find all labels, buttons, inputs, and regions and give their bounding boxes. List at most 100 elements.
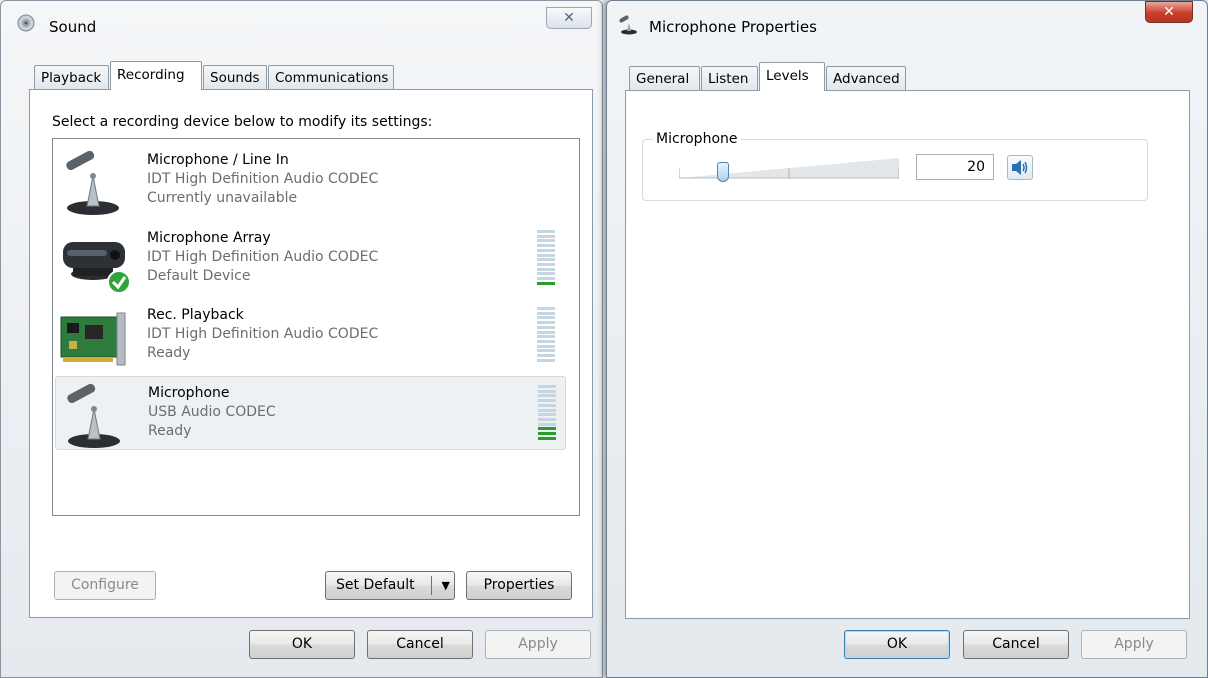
device-list[interactable]: Microphone / Line In IDT High Definition… [52, 138, 580, 516]
tab-listen[interactable]: Listen [701, 66, 758, 91]
list-item[interactable]: Microphone Array IDT High Definition Aud… [55, 222, 566, 296]
level-meter-bar [537, 321, 555, 325]
level-meter-bar [537, 311, 555, 315]
tab-communications[interactable]: Communications [268, 65, 394, 90]
level-meter-bar [538, 436, 556, 440]
level-meter-bar [537, 272, 555, 276]
tab-label: Sounds [210, 70, 260, 86]
slider-thumb[interactable] [717, 162, 729, 182]
tab-label: Recording [117, 67, 185, 83]
level-meter-bar [537, 244, 555, 248]
tab-general[interactable]: General [629, 66, 700, 91]
level-meter-bar [537, 281, 555, 285]
tab-recording[interactable]: Recording [110, 61, 202, 90]
device-codec: IDT High Definition Audio CODEC [147, 249, 379, 265]
level-meter-bar [538, 403, 556, 407]
level-meter-bar [538, 417, 556, 421]
recording-panel: Select a recording device below to modif… [29, 89, 593, 618]
mic-titlebar[interactable]: Microphone Properties ✕ [607, 1, 1207, 43]
speaker-volume-icon [1012, 160, 1028, 175]
device-status: Ready [147, 345, 191, 361]
level-meter-bar [537, 349, 555, 353]
level-meter-bar [538, 385, 556, 388]
level-meter-bar [537, 325, 555, 329]
level-meter-bar [538, 389, 556, 393]
device-name: Microphone Array [147, 230, 271, 246]
properties-button[interactable]: Properties [466, 571, 572, 600]
device-codec: IDT High Definition Audio CODEC [147, 326, 379, 342]
device-status: Currently unavailable [147, 190, 298, 206]
cancel-button[interactable]: Cancel [367, 630, 473, 659]
level-meter-bar [537, 253, 555, 257]
ok-button[interactable]: OK [844, 630, 950, 659]
close-button[interactable]: ✕ [1145, 1, 1193, 23]
level-meter [537, 307, 555, 363]
level-meter-bar [538, 432, 556, 435]
level-meter [538, 385, 556, 441]
level-meter-bar [537, 358, 555, 362]
split-divider [431, 576, 432, 595]
tab-label: Playback [41, 70, 102, 86]
level-meter-bar [537, 330, 555, 334]
window-title: Sound [49, 18, 97, 36]
level-meter-bar [537, 258, 555, 262]
configure-button[interactable]: Configure [54, 571, 156, 600]
microphone-level-group: Microphone 20 [642, 131, 1148, 201]
device-status: Ready [148, 423, 192, 439]
level-meter-bar [537, 335, 555, 339]
level-meter-bar [538, 413, 556, 417]
level-meter-bar [537, 316, 555, 320]
level-meter-bar [537, 248, 555, 252]
list-item[interactable]: Microphone / Line In IDT High Definition… [55, 144, 566, 218]
mute-toggle-button[interactable] [1007, 155, 1033, 180]
level-meter-bar [538, 394, 556, 398]
levels-panel: Microphone 20 [625, 90, 1190, 619]
level-meter-bar [537, 230, 555, 233]
level-meter-bar [537, 307, 555, 310]
level-meter-bar [538, 427, 556, 431]
tab-sounds[interactable]: Sounds [203, 65, 267, 90]
tab-label: Levels [766, 68, 809, 84]
ok-button[interactable]: OK [249, 630, 355, 659]
list-item[interactable]: Rec. Playback IDT High Definition Audio … [55, 299, 566, 373]
device-codec: USB Audio CODEC [148, 404, 276, 420]
apply-button[interactable]: Apply [485, 630, 591, 659]
device-name: Microphone / Line In [147, 152, 289, 168]
apply-button[interactable]: Apply [1081, 630, 1187, 659]
level-meter-bar [538, 422, 556, 426]
set-default-label: Set Default [336, 577, 415, 593]
sound-titlebar[interactable]: Sound ✕ [1, 1, 602, 43]
sound-card-icon [60, 312, 126, 366]
device-status: Default Device [147, 268, 251, 284]
slider-track [678, 158, 900, 179]
microphone-icon [67, 383, 120, 448]
close-icon: ✕ [1163, 4, 1175, 20]
tab-levels[interactable]: Levels [759, 62, 825, 91]
level-meter-bar [537, 277, 555, 280]
close-button[interactable]: ✕ [546, 7, 592, 29]
microphone-icon [66, 150, 119, 215]
tab-label: Listen [708, 71, 749, 87]
level-meter-bar [538, 399, 556, 403]
device-name: Rec. Playback [147, 307, 244, 323]
level-meter-bar [537, 354, 555, 357]
group-label: Microphone [653, 131, 741, 147]
sound-window: Sound ✕ Playback Recording Sounds Commun… [0, 0, 603, 678]
webcam-microphone-icon [63, 242, 131, 294]
microphone-level-slider[interactable] [678, 154, 900, 184]
level-value-input[interactable]: 20 [916, 154, 994, 180]
level-meter-bar [537, 339, 555, 343]
device-name: Microphone [148, 385, 230, 401]
tab-label: Advanced [833, 71, 900, 87]
dropdown-arrow-icon[interactable]: ▼ [442, 572, 450, 599]
window-title: Microphone Properties [649, 18, 817, 36]
tab-playback[interactable]: Playback [34, 65, 109, 90]
level-meter-bar [537, 267, 555, 271]
tab-advanced[interactable]: Advanced [826, 66, 906, 91]
level-meter [537, 230, 555, 286]
set-default-button[interactable]: Set Default ▼ [325, 571, 455, 600]
tab-label: General [636, 71, 690, 87]
level-meter-bar [537, 234, 555, 238]
cancel-button[interactable]: Cancel [963, 630, 1069, 659]
list-item-selected[interactable]: Microphone USB Audio CODEC Ready [55, 376, 566, 450]
